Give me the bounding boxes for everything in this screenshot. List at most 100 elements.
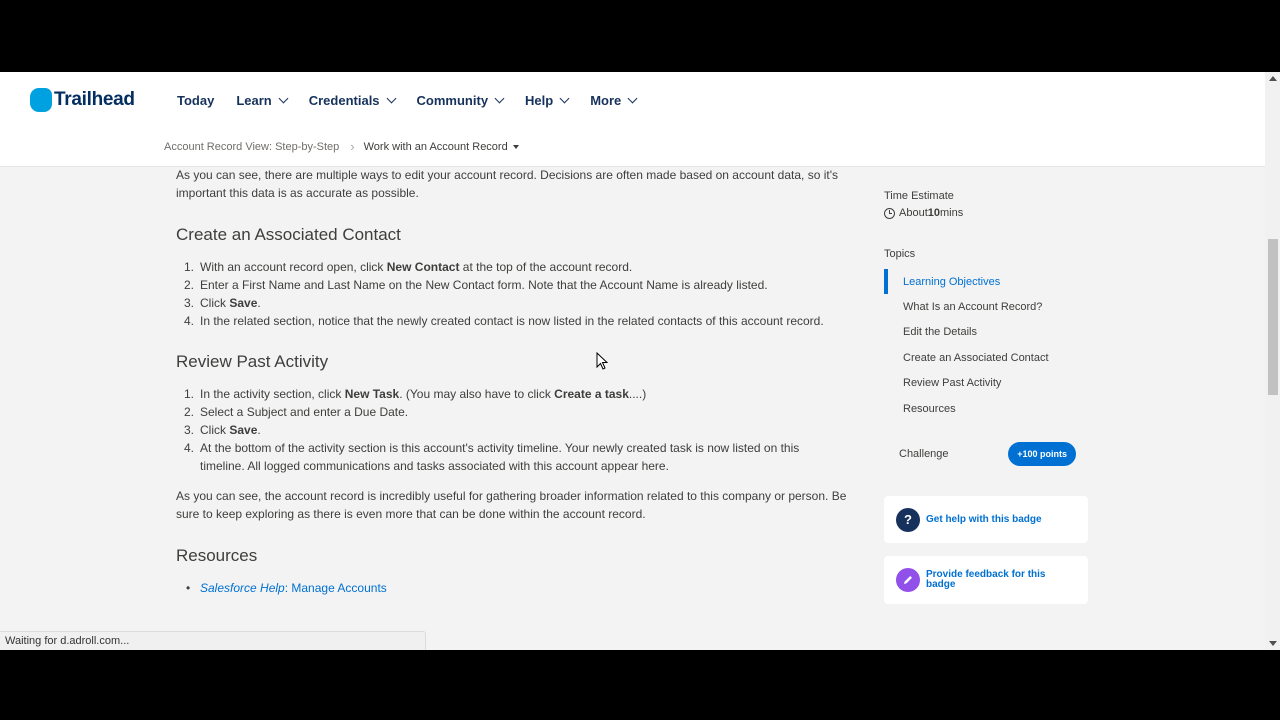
topic-edit-details[interactable]: Edit the Details <box>884 320 1088 345</box>
list-item: 4. In the related section, notice that th… <box>176 312 866 330</box>
mouse-cursor-icon <box>596 352 608 370</box>
step-number: 2. <box>183 405 194 419</box>
breadcrumb-parent-link[interactable]: Account Record View: Step-by-Step <box>164 141 339 153</box>
list-item: 2. Enter a First Name and Last Name on th… <box>176 276 866 294</box>
topic-review-activity[interactable]: Review Past Activity <box>884 371 1088 396</box>
page-scrollbar[interactable] <box>1265 72 1280 650</box>
feedback-card-text: Provide feedback for this badge <box>926 569 1046 590</box>
breadcrumb: Account Record View: Step-by-Step › Work… <box>164 139 519 154</box>
help-card-text: Get help with this badge <box>926 513 1042 525</box>
step-text: At the bottom of the activity section is… <box>200 441 800 473</box>
nav-label: Learn <box>236 93 272 108</box>
nav-help[interactable]: Help <box>525 93 570 108</box>
challenge-row[interactable]: Challenge +100 points <box>884 440 1088 468</box>
time-number: 10 <box>927 207 940 219</box>
nav-more[interactable]: More <box>590 93 638 108</box>
list-item: 2. Select a Subject and enter a Due Date. <box>176 403 866 421</box>
step-number: 2. <box>183 278 194 292</box>
step-number: 1. <box>183 387 194 401</box>
nav-label: Today <box>177 93 215 108</box>
nav-label: More <box>590 93 622 108</box>
time-suffix: mins <box>940 207 964 219</box>
browser-status-bar: Waiting for d.adroll.com... <box>0 631 426 650</box>
cloud-logo-icon <box>30 88 52 112</box>
time-estimate-label: Time Estimate <box>884 190 954 202</box>
trailhead-logo[interactable]: Trailhead <box>30 88 135 112</box>
step-bold-part: New Contact <box>386 260 460 274</box>
step-number: 3. <box>183 423 194 437</box>
resources-list: • Salesforce Help: Manage Accounts <box>176 579 866 597</box>
nav-label: Help <box>525 93 554 108</box>
topic-resources[interactable]: Resources <box>884 396 1088 421</box>
step-text: With an account record open, click New C… <box>200 258 632 276</box>
topic-create-contact[interactable]: Create an Associated Contact <box>884 345 1088 370</box>
help-card[interactable]: ? Get help with this badge <box>884 496 1088 543</box>
main-nav: Today Learn Credentials Community Help M… <box>177 93 658 108</box>
step-text-part: ....) <box>628 387 647 401</box>
clock-icon <box>884 207 895 219</box>
step-number: 3. <box>183 296 194 310</box>
step-number: 4. <box>183 314 194 328</box>
section-heading-review-activity: Review Past Activity <box>176 352 329 371</box>
chevron-down-icon <box>559 93 570 104</box>
list-item: • Salesforce Help: Manage Accounts <box>186 579 866 597</box>
nav-community[interactable]: Community <box>416 93 505 108</box>
section-heading-create-contact: Create an Associated Contact <box>176 225 401 244</box>
steps-review-activity: 1. In the activity section, click New Tas… <box>176 385 866 475</box>
step-bold-part: Save <box>229 423 258 437</box>
topics-label: Topics <box>884 248 916 260</box>
logo-text: Trailhead <box>54 89 135 110</box>
breadcrumb-current-dropdown[interactable]: Work with an Account Record <box>364 141 519 153</box>
nav-learn[interactable]: Learn <box>236 93 289 108</box>
nav-label: Community <box>416 93 489 108</box>
steps-create-contact: 1. With an account record open, click New… <box>176 258 866 330</box>
topic-learning-objectives[interactable]: Learning Objectives <box>884 269 1088 295</box>
step-text-part: With an account record open, click <box>200 260 387 274</box>
step-text: Select a Subject and enter a Due Date. <box>200 405 409 419</box>
topic-what-is-account-record[interactable]: What Is an Account Record? <box>884 294 1088 319</box>
step-text-part: Click <box>200 296 230 310</box>
step-text: In the activity section, click New Task.… <box>200 385 646 403</box>
list-item: 3. Click Save. <box>176 421 866 439</box>
nav-label: Credentials <box>308 93 380 108</box>
caret-down-icon <box>512 144 519 149</box>
unit-content: As you can see, there are multiple ways … <box>176 167 866 597</box>
step-text-part: at the top of the account record. <box>459 260 633 274</box>
browser-viewport: Trailhead Today Learn Credentials Commun… <box>0 72 1280 650</box>
step-bold-part: New Task <box>344 387 400 401</box>
step-bold-part: Create a task <box>554 387 629 401</box>
nav-credentials[interactable]: Credentials <box>308 93 396 108</box>
time-prefix: About <box>899 207 928 219</box>
bullet-icon: • <box>186 581 191 595</box>
link-text-part: : Manage Accounts <box>284 581 387 595</box>
step-text-part: Click <box>200 423 230 437</box>
manage-accounts-link[interactable]: Salesforce Help: Manage Accounts <box>200 579 387 597</box>
step-bold-part: Save <box>229 296 258 310</box>
intro-paragraph: As you can see, there are multiple ways … <box>176 168 838 200</box>
list-item: 1. In the activity section, click New Tas… <box>176 385 866 403</box>
scroll-down-arrow-icon[interactable] <box>1269 641 1277 646</box>
scroll-thumb[interactable] <box>1268 239 1278 395</box>
step-text-part: . <box>257 296 261 310</box>
challenge-label: Challenge <box>899 448 949 460</box>
link-italic-part: Salesforce Help <box>200 581 285 595</box>
step-text-part: . (You may also have to click <box>399 387 555 401</box>
chevron-down-icon <box>494 93 505 104</box>
step-text: Click Save. <box>200 294 261 312</box>
nav-today[interactable]: Today <box>177 93 214 108</box>
chevron-down-icon <box>386 93 396 104</box>
closing-paragraph: As you can see, the account record is in… <box>176 489 847 521</box>
step-number: 4. <box>183 441 194 455</box>
scroll-up-arrow-icon[interactable] <box>1269 76 1277 81</box>
time-estimate-value: About 10 mins <box>884 207 963 219</box>
step-text: In the related section, notice that the … <box>200 314 824 328</box>
chevron-down-icon <box>627 93 638 104</box>
breadcrumb-current-label: Work with an Account Record <box>363 140 508 153</box>
step-number: 1. <box>183 260 194 274</box>
step-text: Enter a First Name and Last Name on the … <box>200 278 768 292</box>
list-item: 1. With an account record open, click New… <box>176 258 866 276</box>
feedback-card[interactable]: Provide feedback for this badge <box>884 556 1088 604</box>
question-icon: ? <box>896 507 920 532</box>
topics-list: Learning Objectives What Is an Account R… <box>884 269 1088 421</box>
step-text-part: . <box>257 423 261 437</box>
